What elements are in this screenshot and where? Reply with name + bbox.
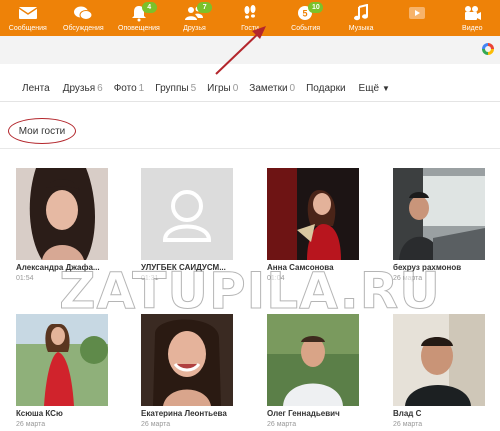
nav-video-label: Видео [462,25,483,32]
guest-photo[interactable] [267,314,359,406]
nav-events-label: События [291,25,321,32]
nav-guests-label: Гости [241,25,259,32]
tab-games-count: 0 [232,83,239,94]
nav-play[interactable] [389,0,445,36]
nav-messages-label: Сообщения [8,25,47,32]
tab-feed-label: Лента [22,83,50,94]
nav-music[interactable]: Музыка [333,0,389,36]
video-camera-icon [461,4,483,22]
tab-notes-label: Заметки [249,83,288,94]
guest-visit-time: 26 марта [393,275,423,282]
tab-gifts-label: Подарки [306,83,346,94]
tab-friends-label: Друзья [62,83,96,94]
guest-name[interactable]: Влад С [393,409,493,419]
tab-groups-count: 5 [190,83,197,94]
guest-visit-time: 26 марта [141,421,171,428]
friends-count-badge: 7 [197,2,213,13]
tab-gifts[interactable]: Подарки [306,83,347,94]
guest-card[interactable]: Влад С 26 марта [393,314,485,429]
tab-feed[interactable]: Лента [22,83,52,94]
guest-photo[interactable] [141,168,233,260]
play-icon [406,4,428,22]
guest-visit-time: 01:54 [16,275,34,282]
tab-photo[interactable]: Фото 1 [114,83,145,94]
guest-card[interactable]: бехруз рахмонов 26 марта [393,168,485,283]
envelope-icon [17,4,39,22]
tab-photo-label: Фото [113,83,137,94]
tab-notes[interactable]: Заметки 0 [249,83,295,94]
guest-visit-time: 26 марта [16,421,46,428]
guest-card[interactable]: УЛУГБЕК САИДУСМ... 01:31 [141,168,233,283]
top-navigation-bar: Сообщения Обсуждения Оповещения 4 Друзья… [0,0,500,36]
caret-down-icon: ▼ [382,84,390,93]
tab-friends-count: 6 [97,83,103,94]
nav-video[interactable]: Видео [445,0,500,36]
guest-name[interactable]: Ксюша КСю [16,409,116,419]
nav-messages[interactable]: Сообщения [0,0,56,36]
section-title-highlight: Мои гости [8,118,76,144]
nav-friends[interactable]: Друзья 7 [167,0,223,36]
google-logo-icon[interactable] [482,43,494,55]
secondary-bar [0,36,500,64]
guest-name[interactable]: Александра Джафа... [16,263,116,273]
divider [0,148,500,149]
notifications-count-badge: 4 [141,2,157,13]
guest-visit-time: 01:04 [267,275,285,282]
tab-more[interactable]: Ещё ▼ [359,83,390,94]
nav-discussions-label: Обсуждения [63,25,104,32]
tab-photo-count: 1 [138,83,145,94]
nav-music-label: Музыка [348,25,374,32]
guest-photo[interactable] [393,168,485,260]
guest-name[interactable]: Екатерина Леонтьева [141,409,241,419]
guest-name[interactable]: Олег Геннадьевич [267,409,367,419]
tab-groups-label: Группы [155,83,189,94]
guest-card[interactable]: Екатерина Леонтьева 26 марта [141,314,233,429]
tab-games-label: Игры [207,83,231,94]
guest-visit-time: 01:31 [141,275,159,282]
guest-visit-time: 26 марта [267,421,297,428]
nav-notifications-label: Оповещения [118,25,160,32]
guest-name[interactable]: бехруз рахмонов [393,263,493,273]
nav-events[interactable]: 5 События 10 [278,0,334,36]
guest-photo[interactable] [16,168,108,260]
nav-notifications[interactable]: Оповещения 4 [111,0,167,36]
profile-tabs: Лента Друзья 6 Фото 1 Группы 5 Игры 0 Заметк… [0,76,500,102]
footprints-icon [239,4,261,22]
guest-name[interactable]: Анна Самсонова [267,263,367,273]
svg-text:5: 5 [302,9,307,19]
nav-guests[interactable]: Гости [222,0,278,36]
tab-groups[interactable]: Группы 5 [155,83,196,94]
section-title: Мои гости [18,125,66,137]
events-count-badge: 10 [308,2,324,13]
guest-card[interactable]: Анна Самсонова 01:04 [267,168,359,283]
guest-name[interactable]: УЛУГБЕК САИДУСМ... [141,263,241,273]
guest-photo[interactable] [393,314,485,406]
guest-card[interactable]: Олег Геннадьевич 26 марта [267,314,359,429]
chat-bubbles-icon [72,4,94,22]
guest-photo[interactable] [16,314,108,406]
tab-more-label: Ещё [358,83,380,94]
music-note-icon [350,4,372,22]
guest-card[interactable]: Ксюша КСю 26 марта [16,314,108,429]
nav-discussions[interactable]: Обсуждения [56,0,112,36]
guest-card[interactable]: Александра Джафа... 01:54 [16,168,108,283]
tab-notes-count: 0 [289,83,296,94]
guest-visit-time: 26 марта [393,421,423,428]
guest-photo[interactable] [141,314,233,406]
guest-photo[interactable] [267,168,359,260]
tab-games[interactable]: Игры 0 [207,83,238,94]
tab-friends[interactable]: Друзья 6 [63,83,103,94]
nav-friends-label: Друзья [183,25,206,32]
